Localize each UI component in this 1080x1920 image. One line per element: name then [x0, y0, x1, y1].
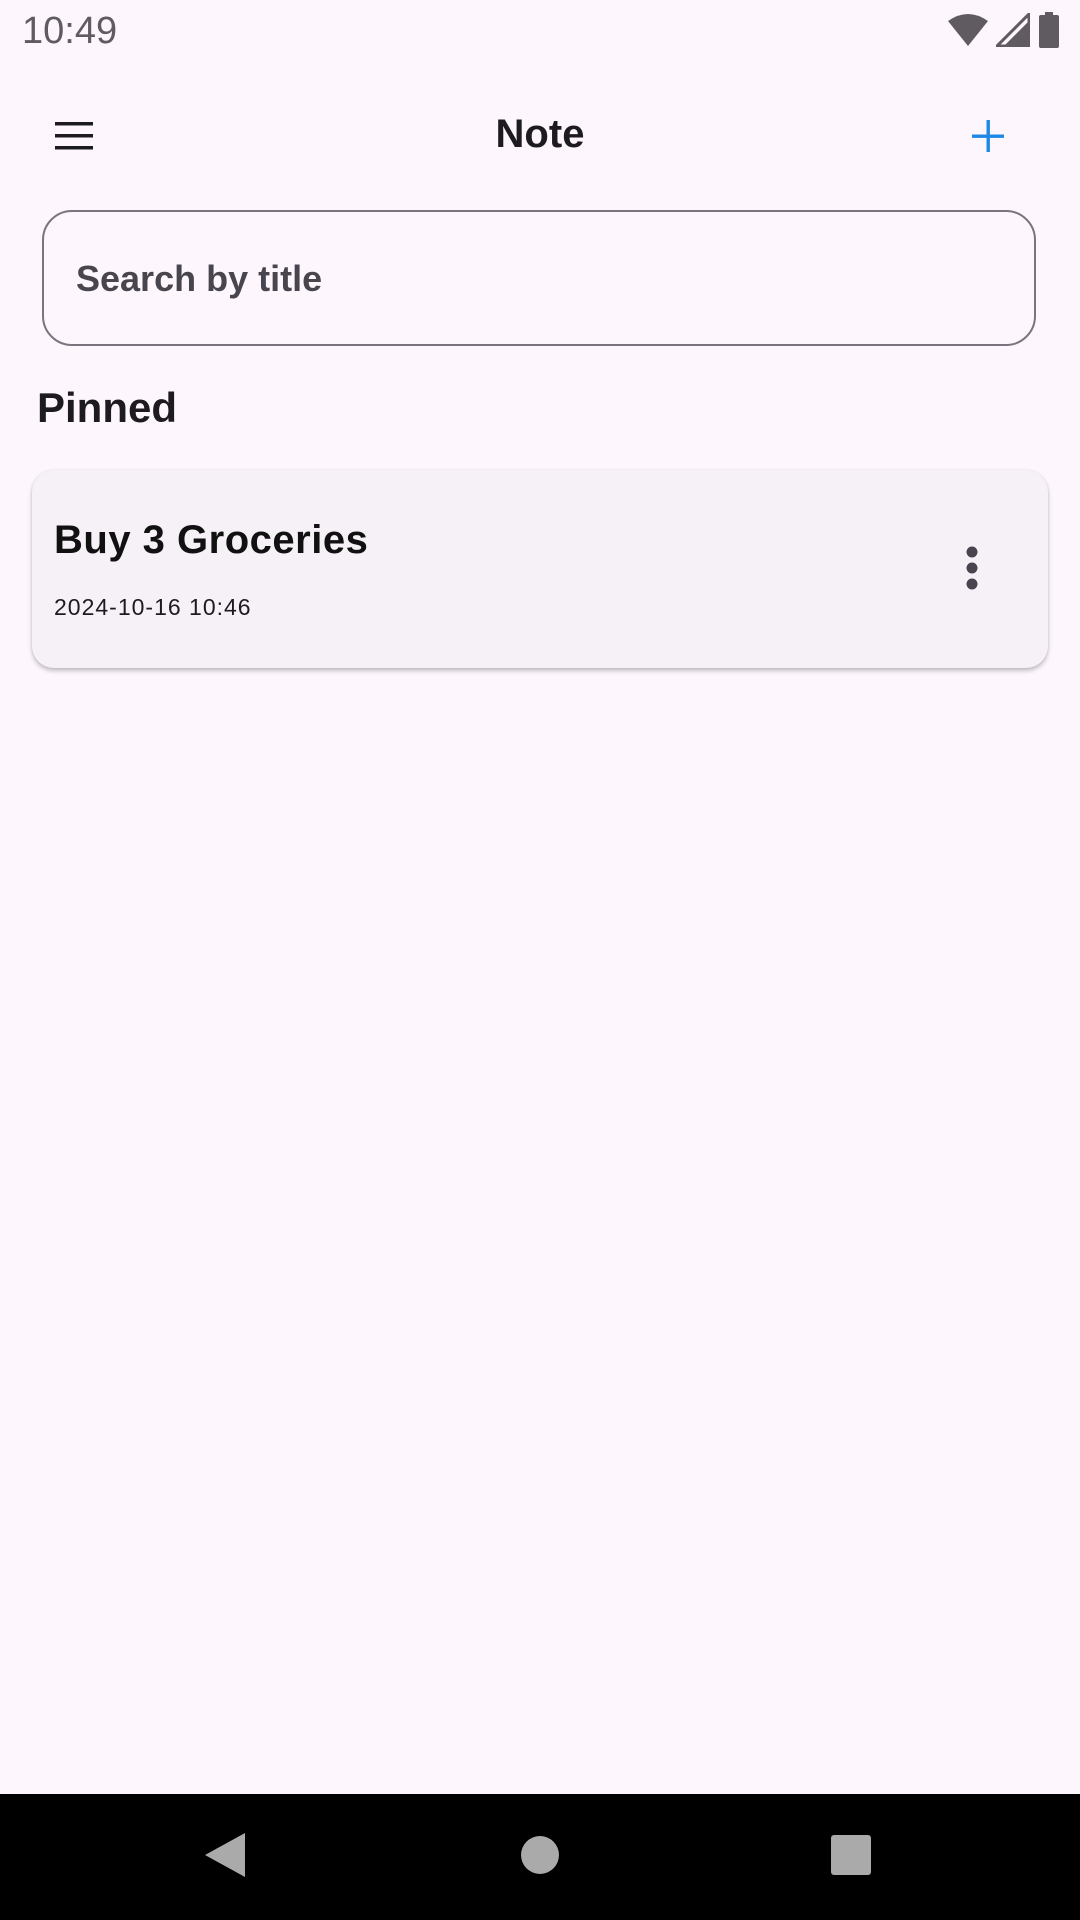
recents-icon [831, 1834, 871, 1880]
plus-icon [972, 119, 1004, 157]
cellular-signal-icon [993, 9, 1031, 52]
page-title: Note [495, 112, 585, 156]
nav-back-button[interactable] [190, 1822, 260, 1892]
note-app-screen: 10:49 Note Search by title Pinned Buy 3 … [0, 0, 1080, 1920]
search-input[interactable] [74, 212, 998, 346]
battery-icon [1038, 11, 1060, 53]
status-icons [948, 9, 1060, 53]
more-vert-icon [965, 546, 979, 595]
status-time: 10:49 [22, 10, 118, 52]
section-heading-pinned: Pinned [37, 384, 178, 431]
note-card[interactable]: Buy 3 Groceries 2024-10-16 10:46 [32, 470, 1048, 668]
note-date: 2024-10-16 10:46 [54, 594, 252, 620]
top-app-bar: Note [0, 90, 1080, 186]
note-more-options-button[interactable] [942, 530, 1002, 610]
home-icon [520, 1835, 560, 1880]
nav-recents-button[interactable] [816, 1822, 886, 1892]
search-field[interactable] [42, 210, 1036, 346]
nav-home-button[interactable] [505, 1822, 575, 1892]
wifi-icon [948, 13, 988, 52]
system-navigation-bar [0, 1794, 1080, 1920]
status-bar: 10:49 [0, 0, 1080, 64]
back-icon [203, 1831, 247, 1884]
add-note-button[interactable] [960, 110, 1016, 166]
note-title: Buy 3 Groceries [54, 518, 369, 562]
